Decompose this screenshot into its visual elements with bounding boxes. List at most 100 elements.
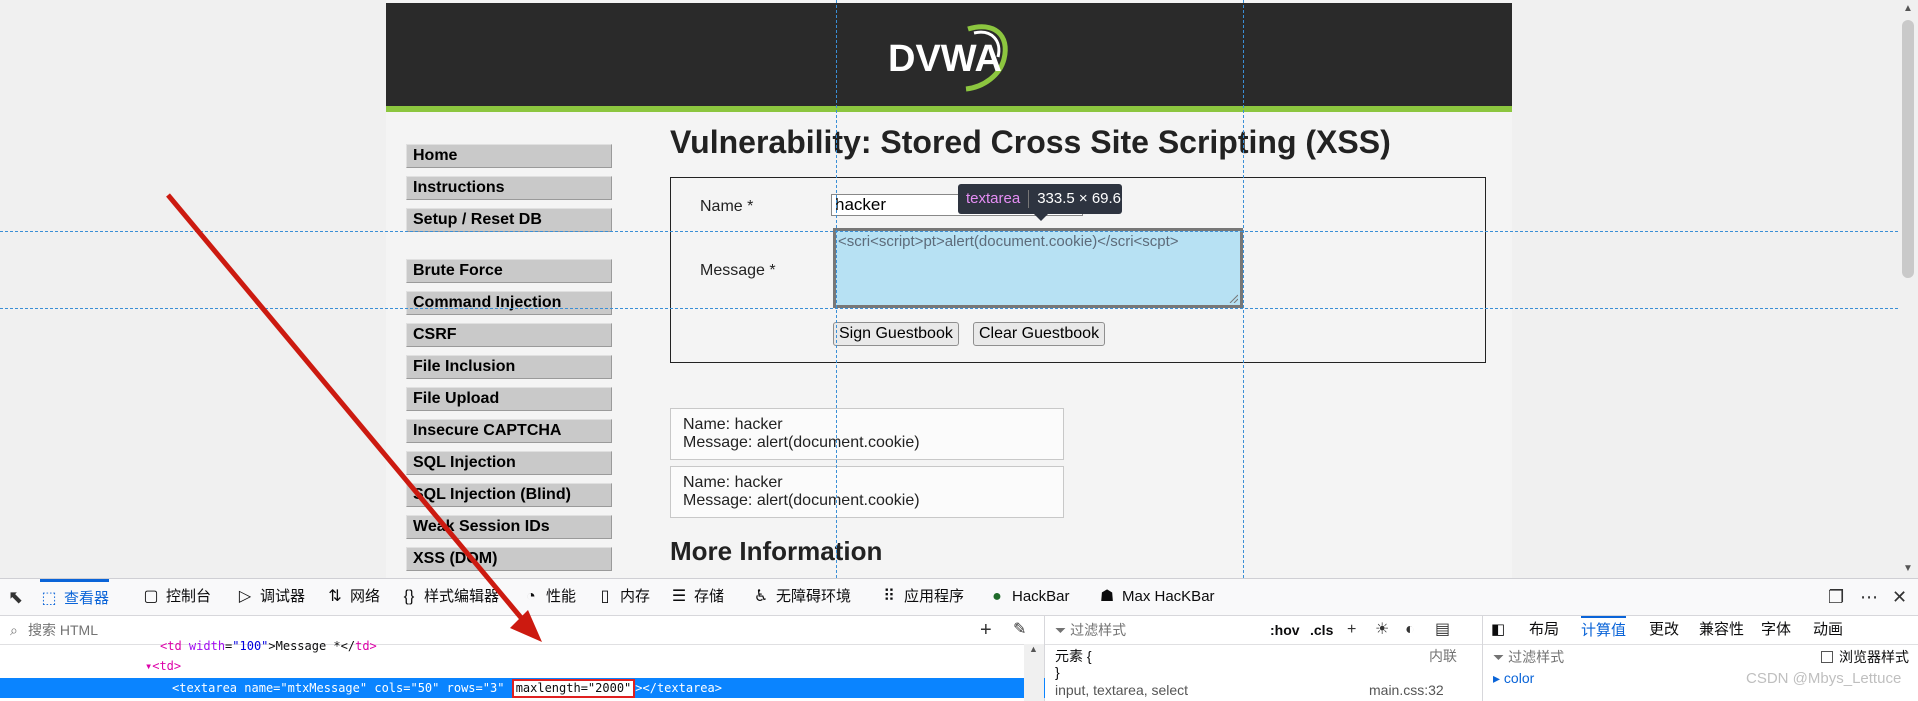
tab-console[interactable]: ▢ 控制台 [142,579,211,615]
computed-tab[interactable]: 字体 [1761,616,1791,644]
computed-tab[interactable]: 计算值 [1581,616,1627,644]
tab-label: Max HacKBar [1122,588,1215,605]
close-icon[interactable]: ✕ [1892,579,1907,615]
computed-tab[interactable]: 更改 [1649,616,1679,644]
css-selector[interactable]: input, textarea, select [1055,682,1188,698]
tab-debugger[interactable]: ▷ 调试器 [236,579,305,615]
tab-application[interactable]: ⠿ 应用程序 [880,579,964,615]
computed-property[interactable]: ▸ color [1493,670,1534,687]
page-viewport: DVWA Home Instructions Setup / Reset DB Br… [0,0,1898,578]
entry-name: Name: hacker [683,474,783,491]
name-label: Name * [700,198,754,215]
sidebar-item-sql-injection-blind[interactable]: SQL Injection (Blind) [406,483,612,507]
page-scrollbar[interactable]: ▲ ▼ [1898,0,1918,578]
scroll-thumb[interactable] [1902,20,1914,278]
tab-storage[interactable]: ☰ 存储 [670,579,724,615]
tab-label: 控制台 [166,588,212,605]
computed-tabs: ◧ 布局 计算值 更改 兼容性 字体 动画 [1483,616,1918,645]
html-pane-scrollbar[interactable]: ▲ [1024,644,1044,701]
sidebar-item-insecure-captcha[interactable]: Insecure CAPTCHA [406,419,612,443]
hov-toggle[interactable]: :hov [1270,616,1300,644]
sidebar-item-command-injection[interactable]: Command Injection [406,291,612,315]
rules-filter[interactable]: ⏷ 过滤样式 :hov .cls + ☀ ◐ ▤ [1045,616,1482,645]
sidebar-item-brute-force[interactable]: Brute Force [406,259,612,283]
print-media-icon[interactable]: ▤ [1435,616,1450,644]
cls-toggle[interactable]: .cls [1310,616,1333,644]
browser-styles-checkbox[interactable] [1821,651,1833,663]
code-line-td[interactable]: <td width="100">Message *</td> [0,636,1184,656]
scroll-up-icon[interactable]: ▲ [1898,0,1918,18]
tab-label: 样式编辑器 [424,588,500,605]
inline-label: 内联 [1429,648,1457,664]
sidebar-item-home[interactable]: Home [406,144,612,168]
computed-tab[interactable]: 布局 [1529,616,1559,644]
dark-theme-icon[interactable]: ◐ [1405,616,1415,644]
message-label: Message * [700,262,776,279]
performance-icon: ◔ [526,588,536,605]
hackbar-icon: ● [992,588,1002,605]
code-line-textarea-selected[interactable]: <textarea name="mtxMessage" cols="50" ro… [0,678,1196,698]
sidebar-item-file-inclusion[interactable]: File Inclusion [406,355,612,379]
devtools-toolbar: ⬉ ⬚ 查看器 ▢ 控制台 ▷ 调试器 ⇅ 网络 {} 样式编辑器 ◔ 性能 ▯ 内存 ☰ 存储 ♿ 无障碍环境 ⠿… [0,579,1918,616]
network-icon: ⇅ [328,588,342,605]
tooltip-tag: textarea [966,190,1021,207]
sidebar-item-file-upload[interactable]: File Upload [406,387,612,411]
inspector-guide-bottom [0,308,1898,309]
css-source-link[interactable]: main.css:32 [1369,682,1444,698]
computed-tab[interactable]: 兼容性 [1699,616,1744,644]
tab-label: 应用程序 [904,588,965,605]
inspector-tooltip: textarea 333.5 × 69.6 [958,184,1122,214]
tab-label: HackBar [1012,588,1070,605]
entry-message: Message: alert(document.cookie) [683,434,920,451]
memory-icon: ▯ [600,588,610,605]
add-rule-icon[interactable]: + [1347,616,1356,644]
page-title: Vulnerability: Stored Cross Site Scripti… [670,124,1391,160]
max-hackbar-icon: ☗ [1099,588,1115,605]
sidebar-item-setup-reset-db[interactable]: Setup / Reset DB [406,208,612,232]
computed-pane: ◧ 布局 计算值 更改 兼容性 字体 动画 ⏷ 过滤样式 浏览器样式 ▸ color [1483,616,1918,701]
element-picker-icon[interactable]: ⬉ [8,579,23,615]
code-line-td-open[interactable]: ▾<td> [0,656,1169,676]
sidebar-item-sql-injection[interactable]: SQL Injection [406,451,612,475]
dvwa-logo: DVWA [882,15,1022,95]
maxlength-attribute[interactable]: maxlength="2000" [511,679,636,698]
inspector-guide-left [836,0,837,578]
computed-tab[interactable]: 动画 [1813,616,1843,644]
accessibility-icon: ♿ [753,588,769,605]
tab-network[interactable]: ⇅ 网络 [326,579,380,615]
tab-max-hackbar[interactable]: ☗ Max HacKBar [1098,579,1215,615]
clear-guestbook-button[interactable]: Clear Guestbook [973,322,1106,346]
tab-performance[interactable]: ◔ 性能 [522,579,576,615]
console-icon: ▢ [143,588,159,605]
sidebar-item-weak-session-ids[interactable]: Weak Session IDs [406,515,612,539]
computed-filter[interactable]: ⏷ 过滤样式 浏览器样式 [1483,645,1918,669]
tooltip-arrow [1034,214,1048,221]
tab-hackbar[interactable]: ● HackBar [988,579,1070,615]
sidebar-item-csrf[interactable]: CSRF [406,323,612,347]
sign-guestbook-button[interactable]: Sign Guestbook [833,322,959,346]
light-theme-icon[interactable]: ☀ [1375,616,1389,644]
dock-icon[interactable]: ❐ [1828,579,1844,615]
message-textarea[interactable]: <scri<script>pt>alert(document.cookie)</… [833,228,1243,308]
more-options-icon[interactable]: ⋯ [1860,579,1878,615]
tab-style-editor[interactable]: {} 样式编辑器 [400,579,499,615]
scroll-up-icon[interactable]: ▲ [1029,644,1038,654]
tab-label: 调试器 [260,588,306,605]
rules-filter-placeholder: 过滤样式 [1070,622,1127,638]
sidebar-toggle-icon[interactable]: ◧ [1491,616,1505,644]
scroll-down-icon[interactable]: ▼ [1898,560,1918,578]
tooltip-dimensions: 333.5 × 69.6 [1037,190,1122,207]
sidebar-item-xss-dom[interactable]: XSS (DOM) [406,547,612,571]
tab-accessibility[interactable]: ♿ 无障碍环境 [752,579,851,615]
tab-inspector[interactable]: ⬚ 查看器 [40,579,110,615]
element-rule-close: } [1055,664,1060,680]
element-rule-open: 元素 { [1055,648,1092,664]
message-text: <scri<script>pt>alert(document.cookie)</… [838,233,1179,250]
sidebar-item-instructions[interactable]: Instructions [406,176,612,200]
tab-memory[interactable]: ▯ 内存 [596,579,650,615]
tab-label: 内存 [620,588,651,605]
tab-label: 查看器 [64,590,110,607]
computed-filter-placeholder: 过滤样式 [1508,649,1565,665]
dvwa-header: DVWA [386,3,1512,112]
resize-grip-icon[interactable] [1228,293,1238,303]
